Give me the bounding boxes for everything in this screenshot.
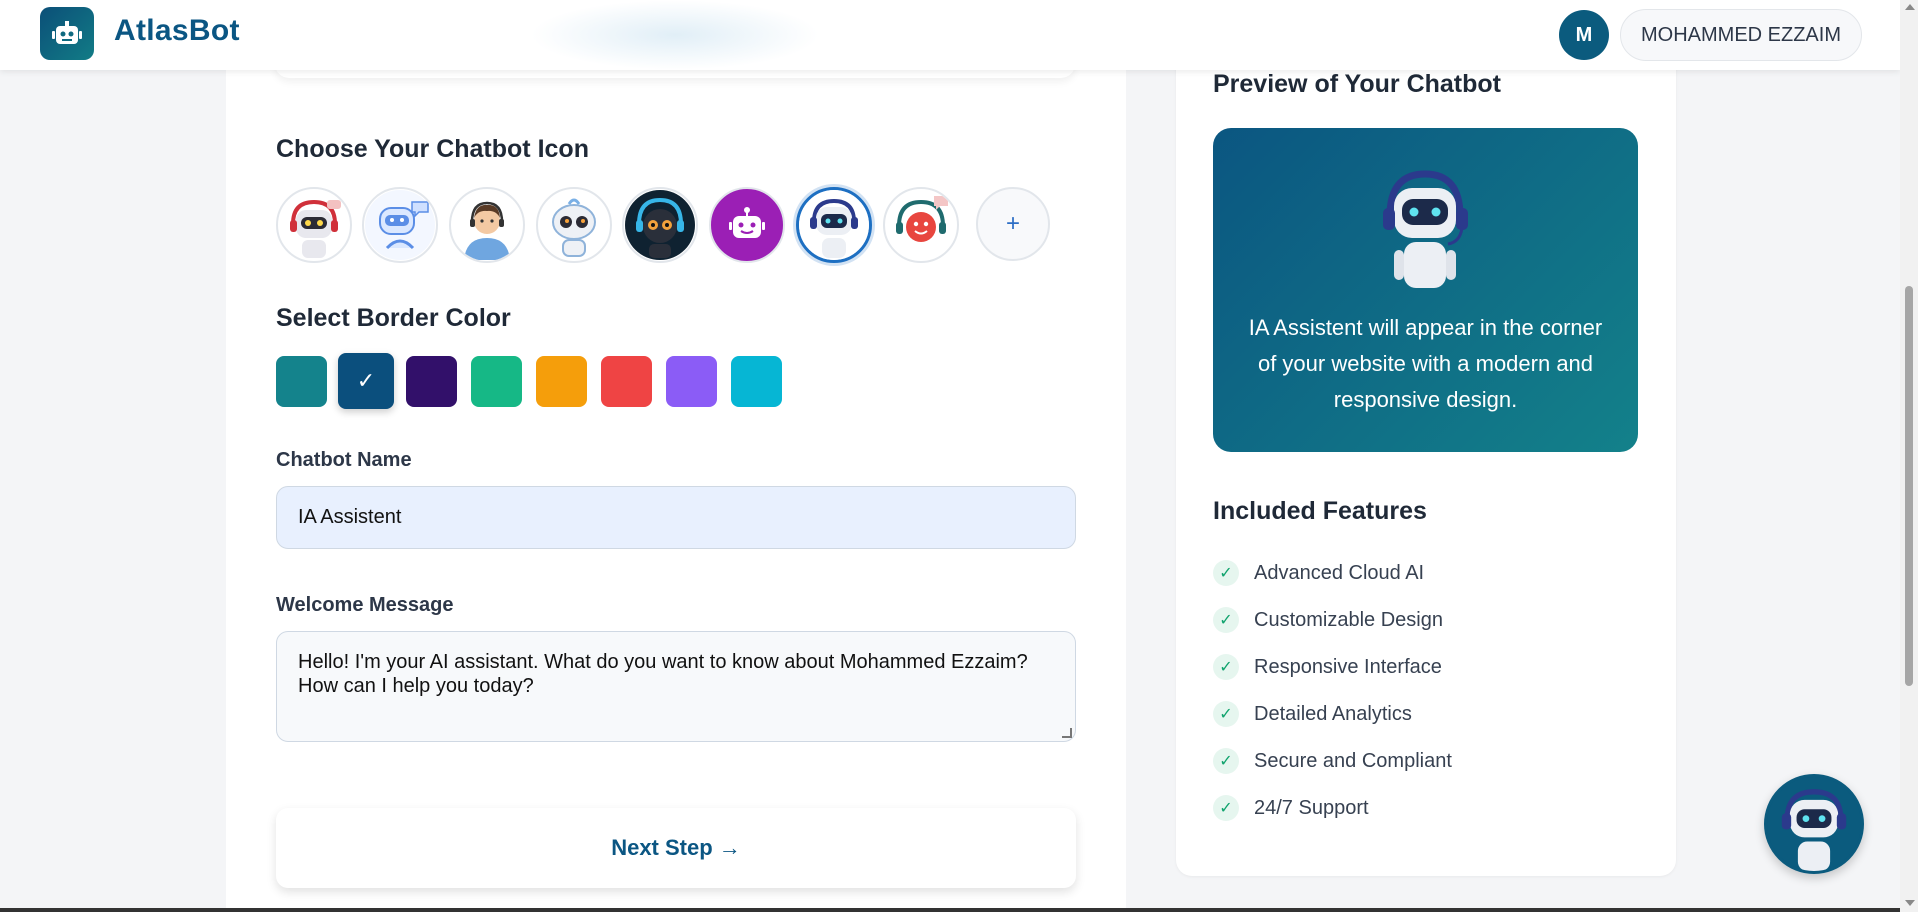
scrollbar-thumb[interactable] (1905, 286, 1913, 686)
purple-bot-icon (729, 207, 765, 238)
check-icon: ✓ (1213, 607, 1239, 633)
chat-bot-icon (365, 190, 435, 260)
check-icon: ✓ (1213, 654, 1239, 680)
feature-item: ✓ Customizable Design (1213, 605, 1443, 635)
robot-headset-icon (279, 190, 349, 260)
icon-option-4[interactable] (536, 187, 612, 263)
check-icon: ✓ (1213, 795, 1239, 821)
brand-name[interactable]: AtlasBot (114, 14, 240, 48)
feature-item: ✓ Detailed Analytics (1213, 699, 1412, 729)
color-swatch-red[interactable] (601, 356, 652, 407)
icon-option-2[interactable] (362, 187, 438, 263)
feature-label: Secure and Compliant (1254, 749, 1452, 772)
add-icon-button[interactable]: + (976, 187, 1050, 261)
preview-card: IA Assistent will appear in the corner o… (1213, 128, 1638, 452)
header-glow (530, 0, 820, 70)
check-icon: ✓ (1213, 701, 1239, 727)
feature-label: Advanced Cloud AI (1254, 561, 1425, 584)
chatbot-name-label: Chatbot Name (276, 449, 412, 471)
feature-label: Customizable Design (1254, 608, 1443, 631)
resize-handle-icon[interactable] (1062, 728, 1072, 738)
smile-bot-icon (886, 190, 956, 260)
icon-section-title: Choose Your Chatbot Icon (276, 135, 589, 163)
check-icon: ✓ (1213, 748, 1239, 774)
color-swatch-indigo[interactable] (406, 356, 457, 407)
color-swatch-teal[interactable] (276, 356, 327, 407)
feature-item: ✓ Responsive Interface (1213, 652, 1442, 682)
welcome-message-label: Welcome Message (276, 594, 454, 616)
feature-label: Responsive Interface (1254, 655, 1442, 678)
scroll-down-icon[interactable] (1905, 900, 1915, 906)
avatar[interactable]: M (1559, 10, 1609, 60)
icon-option-8[interactable] (883, 187, 959, 263)
preview-title: Preview of Your Chatbot (1213, 70, 1502, 98)
blue-robot-icon (799, 190, 869, 260)
color-swatch-navy[interactable]: ✓ (338, 353, 394, 409)
preview-robot-icon (1383, 170, 1468, 288)
scroll-up-icon[interactable] (1905, 4, 1915, 10)
welcome-message-textarea[interactable]: Hello! I'm your AI assistant. What do yo… (276, 631, 1076, 742)
color-section-title: Select Border Color (276, 304, 511, 332)
floating-chatbot-button[interactable] (1764, 774, 1864, 874)
color-swatch-green[interactable] (471, 356, 522, 407)
color-swatch-cyan[interactable] (731, 356, 782, 407)
cute-robot-icon (539, 190, 609, 260)
icon-option-5[interactable] (622, 187, 698, 263)
chatbot-name-input[interactable]: IA Assistent (276, 486, 1076, 549)
robot-logo-icon[interactable] (40, 7, 94, 60)
user-name-button[interactable]: MOHAMMED EZZAIM (1620, 9, 1862, 61)
blue-robot-icon (1767, 777, 1861, 871)
preview-description: IA Assistent will appear in the corner o… (1248, 315, 1603, 412)
check-icon: ✓ (1213, 560, 1239, 586)
page: AtlasBot M MOHAMMED EZZAIM Choose Your C… (0, 0, 1900, 912)
dark-robot-icon (625, 190, 695, 260)
next-step-button[interactable]: Next Step → (276, 808, 1076, 888)
feature-label: Detailed Analytics (1254, 702, 1412, 725)
support-agent-icon (452, 190, 522, 260)
feature-label: 24/7 Support (1254, 796, 1369, 819)
icon-option-6[interactable] (709, 187, 785, 263)
icon-option-3[interactable] (449, 187, 525, 263)
color-swatch-purple[interactable] (666, 356, 717, 407)
color-swatch-orange[interactable] (536, 356, 587, 407)
top-navbar: AtlasBot M MOHAMMED EZZAIM (0, 0, 1900, 70)
bottom-edge (0, 908, 1900, 912)
feature-item: ✓ Advanced Cloud AI (1213, 558, 1424, 588)
icon-option-7[interactable] (796, 187, 872, 263)
check-icon: ✓ (356, 368, 376, 393)
icon-option-1[interactable] (276, 187, 352, 263)
welcome-message-text: Hello! I'm your AI assistant. What do yo… (298, 651, 1028, 697)
page-scrollbar[interactable] (1900, 0, 1918, 912)
feature-item: ✓ 24/7 Support (1213, 793, 1369, 823)
feature-item: ✓ Secure and Compliant (1213, 746, 1452, 776)
features-title: Included Features (1213, 497, 1427, 525)
